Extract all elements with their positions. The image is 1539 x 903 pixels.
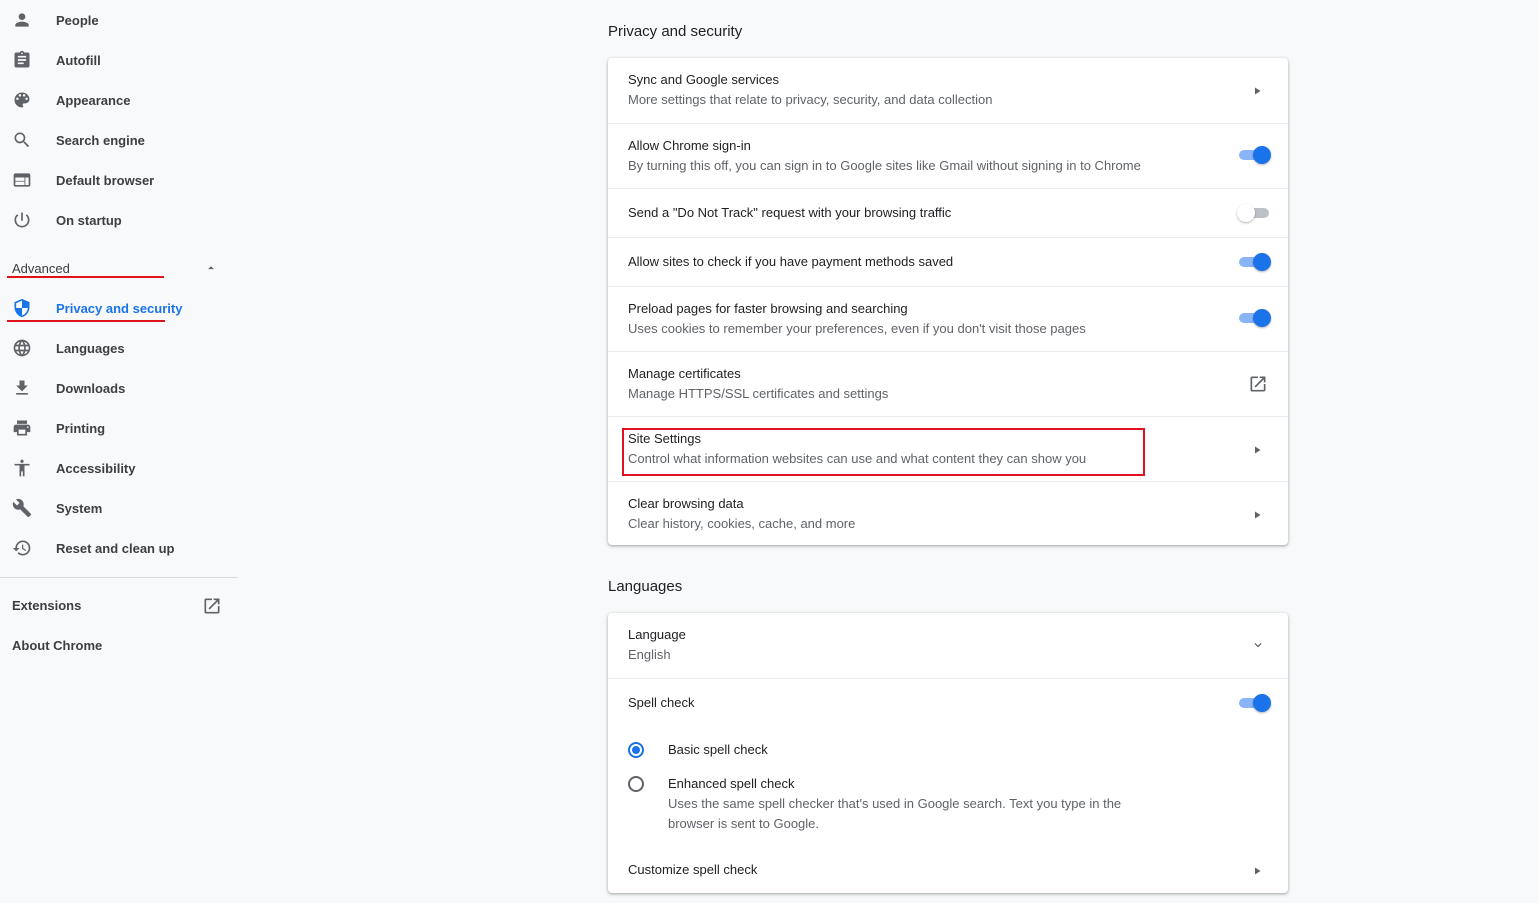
sidebar-item-autofill[interactable]: Autofill bbox=[0, 40, 238, 80]
row-title: Allow sites to check if you have payment… bbox=[628, 254, 954, 269]
caret-up-icon bbox=[204, 261, 218, 275]
do-not-track-toggle[interactable] bbox=[1237, 204, 1271, 222]
row-title: Site Settings bbox=[628, 431, 701, 446]
wrench-icon bbox=[11, 497, 33, 519]
sidebar: People Autofill Appearance Search engine… bbox=[0, 0, 238, 903]
sidebar-item-accessibility[interactable]: Accessibility bbox=[0, 448, 238, 488]
download-icon bbox=[11, 377, 33, 399]
chevron-down-icon[interactable] bbox=[1251, 638, 1265, 652]
row-title: Send a "Do Not Track" request with your … bbox=[628, 205, 952, 220]
shield-icon bbox=[11, 297, 33, 319]
sidebar-item-label: Search engine bbox=[56, 132, 145, 148]
spell-check-row[interactable]: Spell check bbox=[608, 678, 1288, 730]
sidebar-item-search-engine[interactable]: Search engine bbox=[0, 120, 238, 160]
enhanced-spell-check-label: Enhanced spell check bbox=[668, 776, 795, 791]
power-icon bbox=[11, 209, 33, 231]
sidebar-item-default-browser[interactable]: Default browser bbox=[0, 160, 238, 200]
enhanced-spell-check-radio[interactable] bbox=[628, 776, 644, 792]
allow-chrome-signin-row[interactable]: Allow Chrome sign-in By turning this off… bbox=[608, 123, 1288, 188]
basic-spell-check-radio[interactable] bbox=[628, 742, 644, 758]
accessibility-icon bbox=[11, 457, 33, 479]
sidebar-item-label: Privacy and security bbox=[56, 300, 183, 316]
person-icon bbox=[11, 9, 33, 31]
site-settings-row[interactable]: Site Settings Control what information w… bbox=[608, 416, 1288, 481]
annotation-underline bbox=[7, 320, 165, 322]
arrow-right-icon bbox=[1251, 508, 1263, 520]
sidebar-item-printing[interactable]: Printing bbox=[0, 408, 238, 448]
clear-browsing-data-row[interactable]: Clear browsing data Clear history, cooki… bbox=[608, 481, 1288, 545]
sidebar-item-label: On startup bbox=[56, 212, 122, 228]
row-subtitle: Manage HTTPS/SSL certificates and settin… bbox=[628, 386, 889, 401]
sidebar-item-appearance[interactable]: Appearance bbox=[0, 80, 238, 120]
privacy-section-title: Privacy and security bbox=[608, 23, 743, 40]
sidebar-item-label: Printing bbox=[56, 420, 106, 436]
sidebar-item-system[interactable]: System bbox=[0, 488, 238, 528]
sidebar-divider bbox=[0, 577, 238, 578]
sidebar-item-label: Appearance bbox=[56, 92, 131, 108]
row-subtitle: Clear history, cookies, cache, and more bbox=[628, 516, 856, 531]
row-title: Allow Chrome sign-in bbox=[628, 138, 751, 153]
payment-methods-row[interactable]: Allow sites to check if you have payment… bbox=[608, 237, 1288, 286]
sidebar-item-languages[interactable]: Languages bbox=[0, 328, 238, 368]
row-title: Sync and Google services bbox=[628, 72, 780, 87]
sidebar-item-label: Reset and clean up bbox=[56, 540, 175, 556]
language-value: English bbox=[628, 647, 671, 662]
sidebar-item-reset-and-clean-up[interactable]: Reset and clean up bbox=[0, 528, 238, 568]
row-title: Clear browsing data bbox=[628, 496, 744, 511]
clipboard-icon bbox=[11, 49, 33, 71]
manage-certificates-row[interactable]: Manage certificates Manage HTTPS/SSL cer… bbox=[608, 351, 1288, 416]
sync-google-services-row[interactable]: Sync and Google services More settings t… bbox=[608, 58, 1288, 123]
payment-methods-toggle[interactable] bbox=[1237, 253, 1271, 271]
browser-icon bbox=[11, 169, 33, 191]
row-title: Language bbox=[628, 627, 686, 642]
arrow-right-icon bbox=[1251, 84, 1263, 96]
basic-spell-check-label: Basic spell check bbox=[668, 742, 768, 757]
arrow-right-icon bbox=[1251, 443, 1263, 455]
spell-check-toggle[interactable] bbox=[1237, 694, 1271, 712]
annotation-underline bbox=[7, 276, 164, 278]
sidebar-item-on-startup[interactable]: On startup bbox=[0, 200, 238, 240]
palette-icon bbox=[11, 89, 33, 111]
enhanced-spell-check-description: browser is sent to Google. bbox=[668, 816, 820, 831]
globe-icon bbox=[11, 337, 33, 359]
row-subtitle: Control what information websites can us… bbox=[628, 451, 1087, 466]
row-subtitle: Uses cookies to remember your preference… bbox=[628, 321, 1086, 336]
languages-section-title: Languages bbox=[608, 578, 683, 595]
privacy-card: Sync and Google services More settings t… bbox=[608, 58, 1288, 545]
open-in-new-icon[interactable] bbox=[202, 596, 222, 616]
row-title: Customize spell check bbox=[628, 862, 758, 877]
printer-icon bbox=[11, 417, 33, 439]
sidebar-item-label: Languages bbox=[56, 340, 125, 356]
row-title: Spell check bbox=[628, 695, 695, 710]
preload-pages-toggle[interactable] bbox=[1237, 309, 1271, 327]
row-title: Preload pages for faster browsing and se… bbox=[628, 301, 908, 316]
allow-signin-toggle[interactable] bbox=[1237, 146, 1271, 164]
advanced-section-toggle[interactable]: Advanced bbox=[0, 248, 238, 288]
sidebar-item-about-chrome[interactable]: About Chrome bbox=[12, 638, 102, 653]
sidebar-item-label: Autofill bbox=[56, 52, 101, 68]
row-subtitle: By turning this off, you can sign in to … bbox=[628, 158, 1141, 173]
row-title: Manage certificates bbox=[628, 366, 741, 381]
sidebar-item-label: Accessibility bbox=[56, 460, 136, 476]
sidebar-item-label: System bbox=[56, 500, 103, 516]
sidebar-item-downloads[interactable]: Downloads bbox=[0, 368, 238, 408]
arrow-right-icon bbox=[1251, 864, 1263, 876]
language-row[interactable]: Language English bbox=[608, 613, 1288, 678]
sidebar-item-label: Downloads bbox=[56, 380, 126, 396]
preload-pages-row[interactable]: Preload pages for faster browsing and se… bbox=[608, 286, 1288, 351]
do-not-track-row[interactable]: Send a "Do Not Track" request with your … bbox=[608, 188, 1288, 237]
row-subtitle: More settings that relate to privacy, se… bbox=[628, 92, 993, 107]
sidebar-item-people[interactable]: People bbox=[0, 0, 238, 40]
languages-card: Language English Spell check Basic spell… bbox=[608, 613, 1288, 893]
sidebar-item-label: People bbox=[56, 12, 99, 28]
sidebar-item-extensions[interactable]: Extensions bbox=[12, 598, 81, 613]
search-icon bbox=[11, 129, 33, 151]
advanced-label: Advanced bbox=[12, 260, 70, 276]
sidebar-item-label: Default browser bbox=[56, 172, 155, 188]
open-in-new-icon bbox=[1248, 374, 1268, 394]
history-icon bbox=[11, 537, 33, 559]
enhanced-spell-check-description: Uses the same spell checker that's used … bbox=[668, 796, 1122, 811]
customize-spell-check-row[interactable]: Customize spell check bbox=[608, 845, 1288, 893]
sidebar-item-privacy-and-security[interactable]: Privacy and security bbox=[0, 288, 238, 328]
